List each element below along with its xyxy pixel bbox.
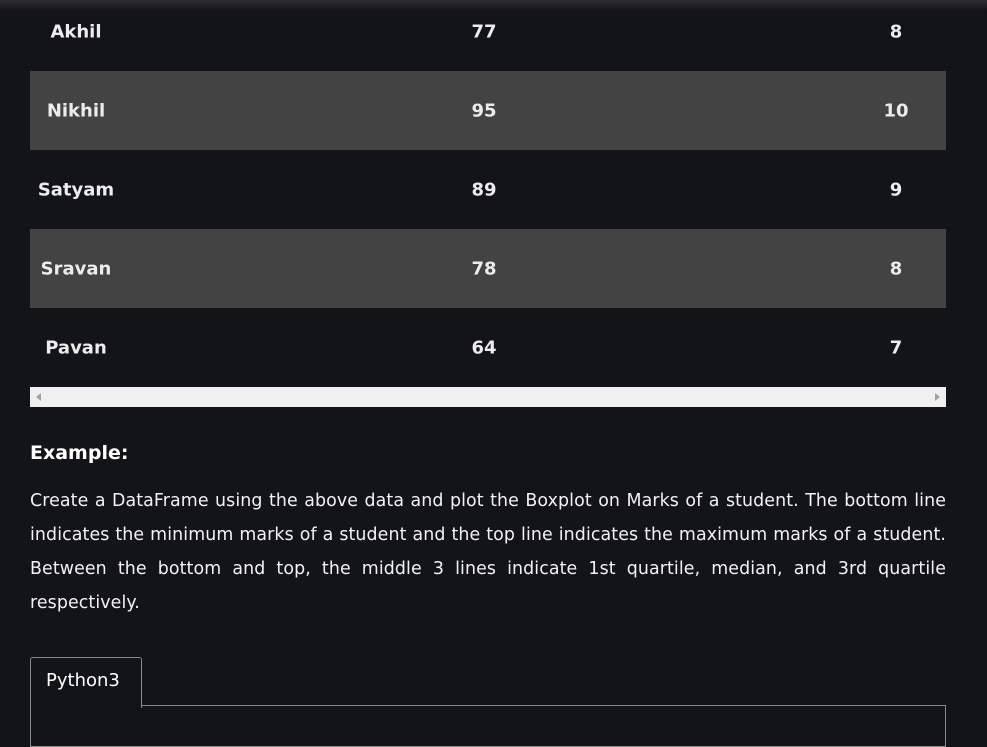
example-heading: Example: — [30, 442, 129, 464]
table-row: Satyam 89 9 — [30, 150, 946, 229]
table-row: Pavan 64 7 — [30, 308, 946, 387]
marks-cell: 95 — [471, 100, 497, 121]
table-row: Akhil 77 8 — [30, 0, 946, 71]
name-cell: Akhil — [50, 21, 102, 42]
table-row: Sravan 78 8 — [30, 229, 946, 308]
grade-cell: 9 — [889, 179, 903, 200]
name-cell: Sravan — [40, 258, 112, 279]
marks-cell: 64 — [471, 337, 497, 358]
tab-python3[interactable]: Python3 — [30, 657, 142, 708]
name-cell: Nikhil — [46, 100, 106, 121]
grade-cell: 8 — [889, 21, 903, 42]
horizontal-scrollbar[interactable] — [30, 387, 946, 407]
marks-cell: 89 — [471, 179, 497, 200]
tab-label: Python3 — [46, 670, 120, 691]
code-panel — [30, 705, 946, 747]
grade-cell: 10 — [883, 100, 909, 121]
marks-cell: 78 — [471, 258, 497, 279]
name-cell: Pavan — [45, 337, 107, 358]
data-table: Akhil 77 8 Nikhil 95 10 Satyam 89 9 Srav… — [30, 0, 946, 387]
chevron-right-icon[interactable] — [935, 393, 940, 401]
chevron-left-icon[interactable] — [36, 393, 41, 401]
table-row: Nikhil 95 10 — [30, 71, 946, 150]
example-description: Create a DataFrame using the above data … — [30, 491, 946, 613]
name-cell: Satyam — [37, 179, 115, 200]
marks-cell: 77 — [471, 21, 497, 42]
grade-cell: 8 — [889, 258, 903, 279]
grade-cell: 7 — [889, 337, 903, 358]
